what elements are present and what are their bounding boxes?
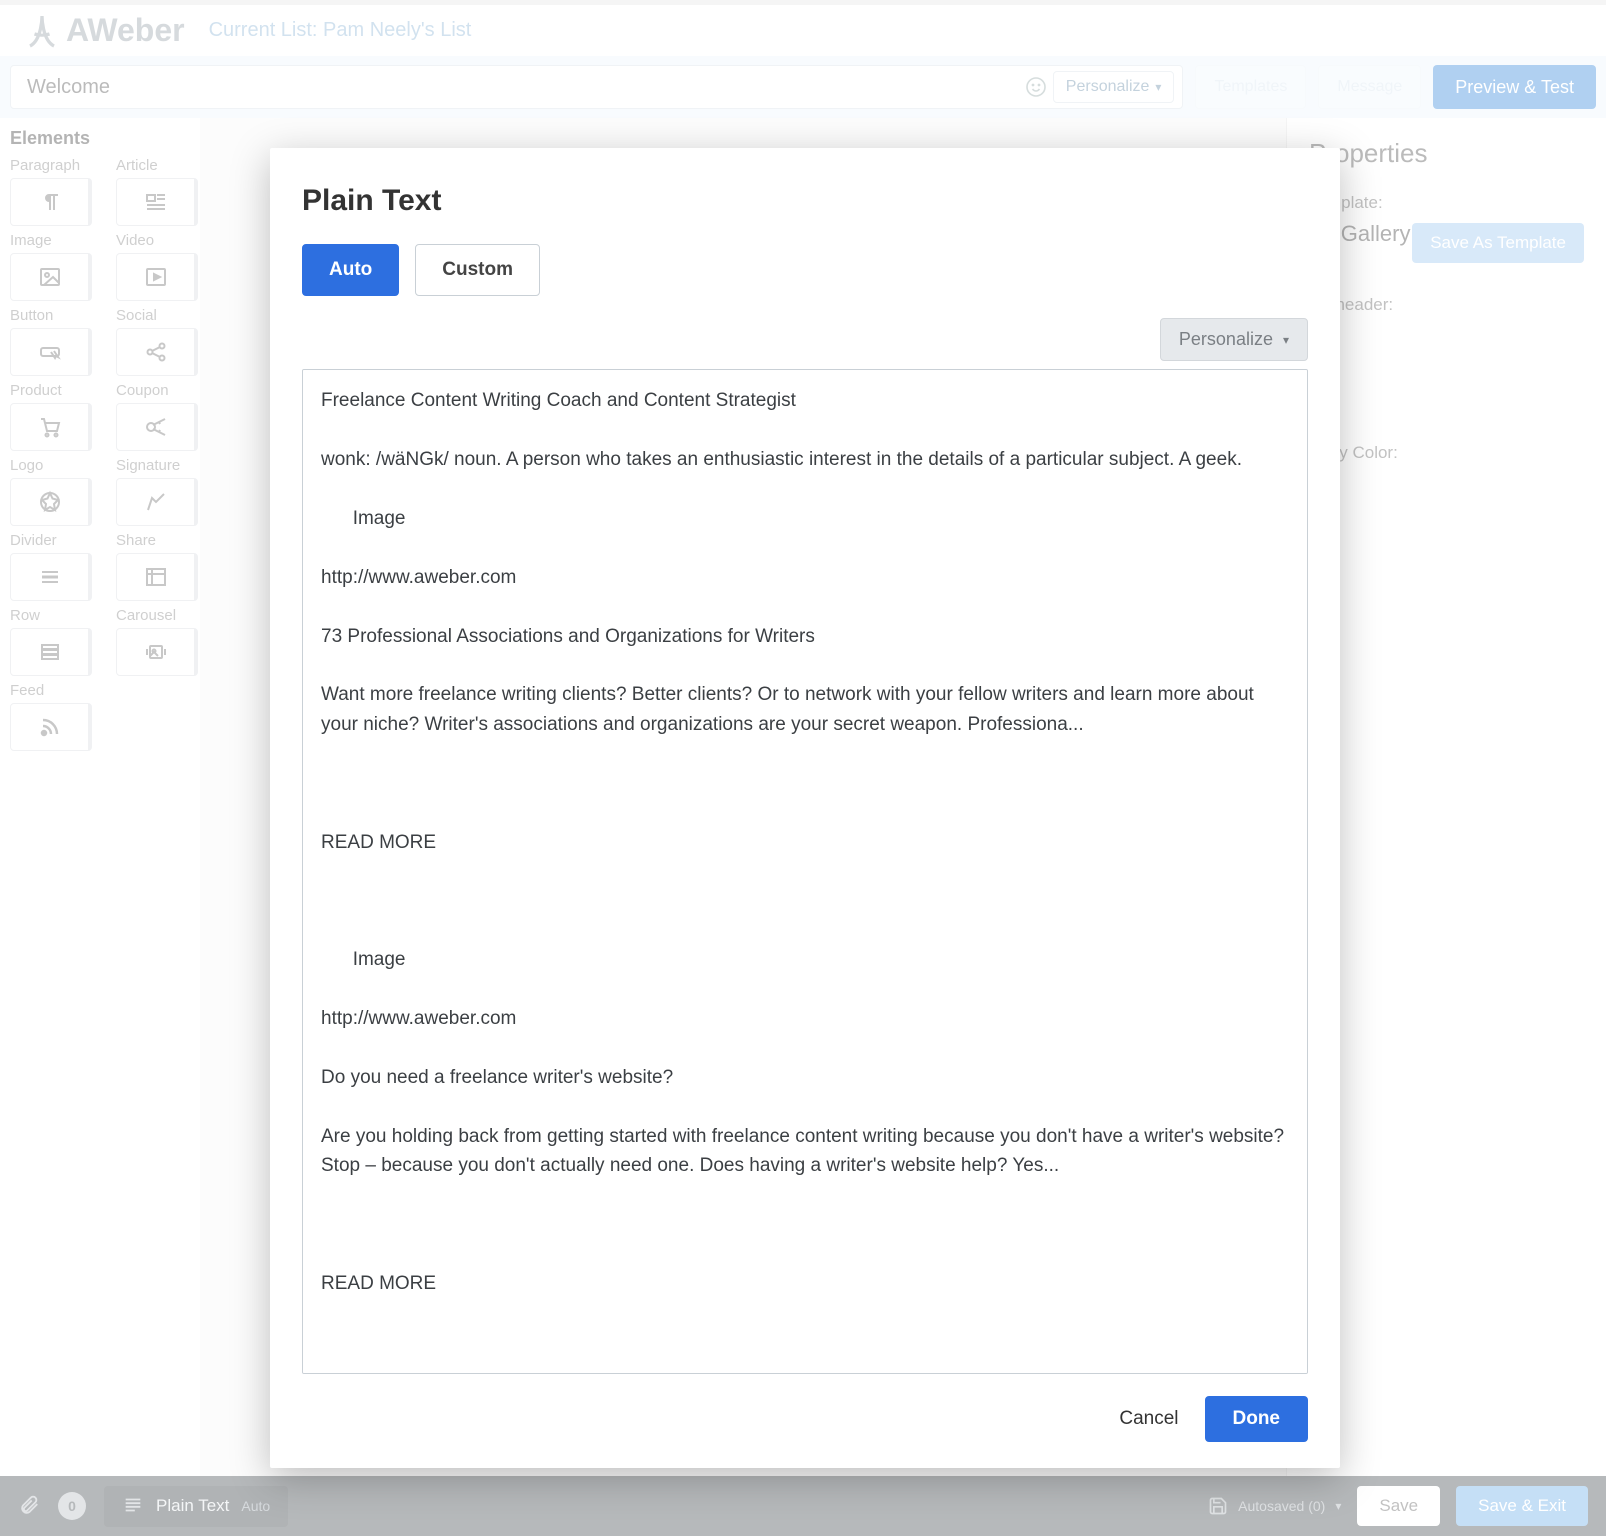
- modal-personalize-label: Personalize: [1179, 329, 1273, 350]
- modal-personalize-dropdown[interactable]: Personalize ▾: [1160, 318, 1308, 361]
- modal-textarea[interactable]: [303, 370, 1307, 1373]
- cancel-button[interactable]: Cancel: [1119, 1408, 1178, 1430]
- plain-text-modal: Plain Text Auto Custom Personalize ▾ Can…: [270, 148, 1340, 1468]
- seg-auto-button[interactable]: Auto: [302, 244, 399, 296]
- modal-title: Plain Text: [302, 184, 1308, 218]
- modal-textbox-wrap: [302, 369, 1308, 1374]
- done-button[interactable]: Done: [1205, 1396, 1309, 1442]
- seg-custom-button[interactable]: Custom: [415, 244, 540, 296]
- chevron-down-icon: ▾: [1283, 333, 1289, 347]
- modal-segment: Auto Custom: [302, 244, 1308, 296]
